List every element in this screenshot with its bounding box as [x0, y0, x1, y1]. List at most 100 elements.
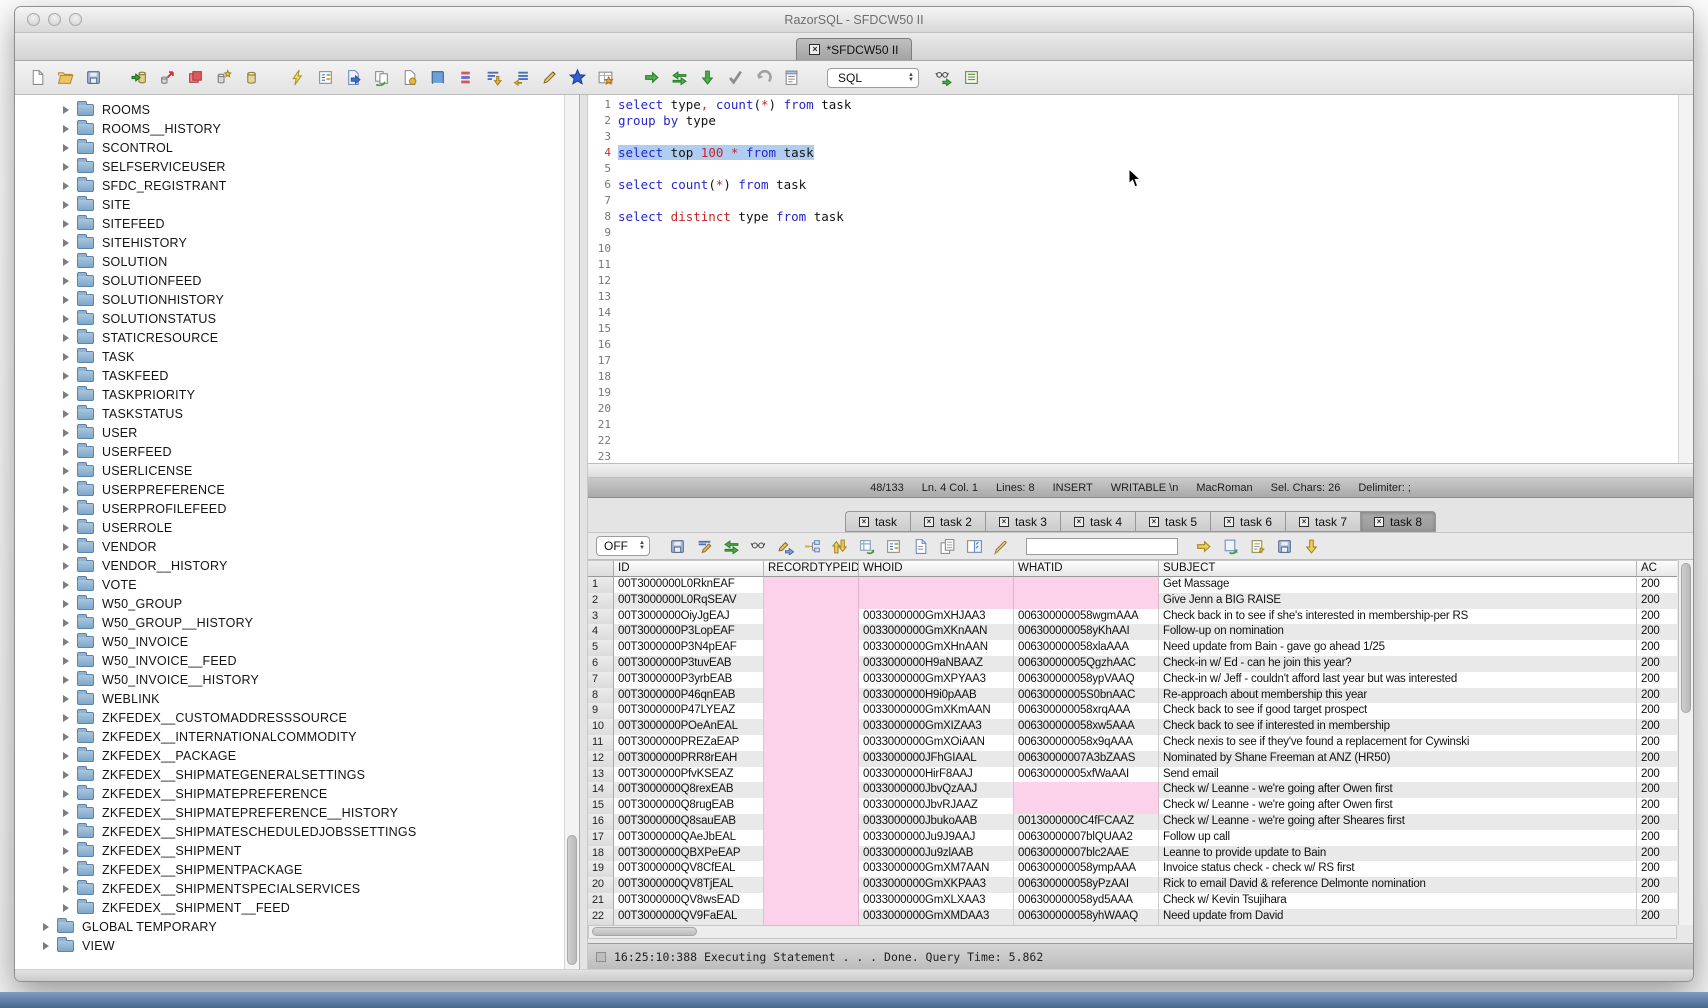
open-file-button[interactable] [55, 68, 75, 88]
table-cell[interactable]: 0033000000JbvRJAAZ [859, 798, 1014, 814]
expand-triangle-icon[interactable] [63, 315, 69, 323]
result-tab[interactable]: ×task [845, 511, 910, 532]
tree-item[interactable]: SELFSERVICEUSER [15, 157, 579, 176]
sort-ascending-button[interactable] [511, 68, 531, 88]
expand-triangle-icon[interactable] [63, 353, 69, 361]
table-cell[interactable]: Check w/ Leanne - we're going after Shea… [1159, 814, 1637, 830]
table-cell[interactable]: 00T3000000PREZaEAP [614, 735, 764, 751]
table-cell[interactable] [764, 909, 859, 925]
table-cell[interactable]: 0033000000GmXKnAAN [859, 624, 1014, 640]
save-changes-button[interactable] [1274, 536, 1294, 556]
tree-item[interactable]: GLOBAL TEMPORARY [15, 917, 579, 936]
tree-item[interactable]: USERROLE [15, 518, 579, 537]
tree-item[interactable]: VOTE [15, 575, 579, 594]
table-cell[interactable]: 00T3000000QAeJbEAL [614, 830, 764, 846]
tree-item[interactable]: W50_GROUP [15, 594, 579, 613]
expand-triangle-icon[interactable] [63, 752, 69, 760]
table-cell[interactable]: 00630000007blc2AAE [1014, 846, 1159, 862]
table-cell[interactable] [859, 593, 1014, 609]
expand-triangle-icon[interactable] [63, 790, 69, 798]
expand-triangle-icon[interactable] [63, 600, 69, 608]
table-row[interactable]: 1300T3000000PfvKSEAZ0033000000HirF8AAJ00… [588, 767, 1677, 783]
table-cell[interactable]: 0033000000HirF8AAJ [859, 767, 1014, 783]
table-row[interactable]: 800T3000000P46qnEAB0033000000H9i0pAAB006… [588, 688, 1677, 704]
code-line[interactable] [618, 193, 1693, 209]
row-number-cell[interactable]: 3 [588, 609, 614, 625]
table-row[interactable]: 1800T3000000QBXPeEAP0033000000Ju9zlAAB00… [588, 846, 1677, 862]
result-tab[interactable]: ×task 5 [1135, 511, 1210, 532]
execute-sql-button[interactable] [287, 68, 307, 88]
table-cell[interactable]: 200 [1637, 703, 1677, 719]
table-cell[interactable]: 006300000058xrqAAA [1014, 703, 1159, 719]
table-cell[interactable] [764, 798, 859, 814]
tree-item[interactable]: ZKFEDEX__INTERNATIONALCOMMODITY [15, 727, 579, 746]
statement-list-button[interactable] [961, 68, 981, 88]
table-cell[interactable]: 00630000005S0bnAAC [1014, 688, 1159, 704]
row-number-cell[interactable]: 17 [588, 830, 614, 846]
table-row[interactable]: 1400T3000000Q8rexEAB0033000000JbvQzAAJCh… [588, 782, 1677, 798]
table-cell[interactable]: 006300000058yPzAAI [1014, 877, 1159, 893]
code-line[interactable]: group by type [618, 113, 1693, 129]
insert-row-button[interactable] [802, 536, 822, 556]
table-cell[interactable]: 0033000000GmXOiAAN [859, 735, 1014, 751]
table-cell[interactable]: 200 [1637, 688, 1677, 704]
edit-notes-button[interactable] [1247, 536, 1267, 556]
table-row[interactable]: 400T3000000P3LopEAF0033000000GmXKnAAN006… [588, 624, 1677, 640]
row-number-cell[interactable]: 1 [588, 577, 614, 593]
result-tab[interactable]: ×task 6 [1210, 511, 1285, 532]
table-cell[interactable]: 200 [1637, 672, 1677, 688]
table-cell[interactable] [764, 861, 859, 877]
expand-triangle-icon[interactable] [63, 847, 69, 855]
table-row[interactable]: 1500T3000000Q8rugEAB0033000000JbvRJAAZCh… [588, 798, 1677, 814]
refresh-results-button[interactable] [721, 536, 741, 556]
expand-triangle-icon[interactable] [63, 695, 69, 703]
code-line[interactable] [618, 369, 1693, 385]
table-cell[interactable]: 00T3000000L0RqSEAV [614, 593, 764, 609]
sql-reference-button[interactable] [427, 68, 447, 88]
table-cell[interactable]: 0033000000GmXM7AAN [859, 861, 1014, 877]
table-cell[interactable] [764, 877, 859, 893]
result-tab[interactable]: ×task 8 [1360, 511, 1436, 532]
table-cell[interactable]: 200 [1637, 798, 1677, 814]
table-cell[interactable]: 200 [1637, 577, 1677, 593]
expand-triangle-icon[interactable] [63, 277, 69, 285]
table-cell[interactable]: 00T3000000P3yrbEAB [614, 672, 764, 688]
row-number-cell[interactable]: 19 [588, 861, 614, 877]
tree-item[interactable]: SFDC_REGISTRANT [15, 176, 579, 195]
expand-triangle-icon[interactable] [63, 448, 69, 456]
expand-triangle-icon[interactable] [63, 372, 69, 380]
table-cell[interactable]: 0033000000GmXKmAAN [859, 703, 1014, 719]
table-cell[interactable]: Check back to see if interested in membe… [1159, 719, 1637, 735]
table-cell[interactable]: Send email [1159, 767, 1637, 783]
table-cell[interactable]: 006300000058yKhAAI [1014, 624, 1159, 640]
close-tab-icon[interactable]: × [1224, 517, 1234, 527]
save-results-button[interactable] [667, 536, 687, 556]
expand-triangle-icon[interactable] [63, 809, 69, 817]
table-cell[interactable]: 200 [1637, 877, 1677, 893]
tree-item[interactable]: USERPREFERENCE [15, 480, 579, 499]
table-cell[interactable]: 0033000000JbvQzAAJ [859, 782, 1014, 798]
table-cell[interactable]: 200 [1637, 767, 1677, 783]
code-line[interactable] [618, 449, 1693, 463]
row-number-cell[interactable]: 8 [588, 688, 614, 704]
close-tab-icon[interactable]: × [1074, 517, 1084, 527]
code-line[interactable]: select count(*) from task [618, 177, 1693, 193]
transfer-table-button[interactable] [964, 536, 984, 556]
tree-item[interactable]: TASKSTATUS [15, 404, 579, 423]
expand-triangle-icon[interactable] [63, 391, 69, 399]
table-cell[interactable]: 00T3000000OiyJgEAJ [614, 609, 764, 625]
row-number-header[interactable] [588, 560, 614, 577]
expand-triangle-icon[interactable] [63, 904, 69, 912]
close-tab-icon[interactable]: × [924, 517, 934, 527]
table-cell[interactable]: 00630000007A3bZAAS [1014, 751, 1159, 767]
expand-triangle-icon[interactable] [63, 638, 69, 646]
form-editor-button[interactable] [315, 68, 335, 88]
edit-sql-button[interactable] [539, 68, 559, 88]
table-cell[interactable]: Check w/ Kevin Tsujihara [1159, 893, 1637, 909]
table-cell[interactable] [764, 846, 859, 862]
expand-triangle-icon[interactable] [63, 334, 69, 342]
table-cell[interactable]: 0013000000C4fFCAAZ [1014, 814, 1159, 830]
table-cell[interactable]: 200 [1637, 593, 1677, 609]
table-cell[interactable]: 00630000007blQUAA2 [1014, 830, 1159, 846]
tree-item[interactable]: TASKPRIORITY [15, 385, 579, 404]
